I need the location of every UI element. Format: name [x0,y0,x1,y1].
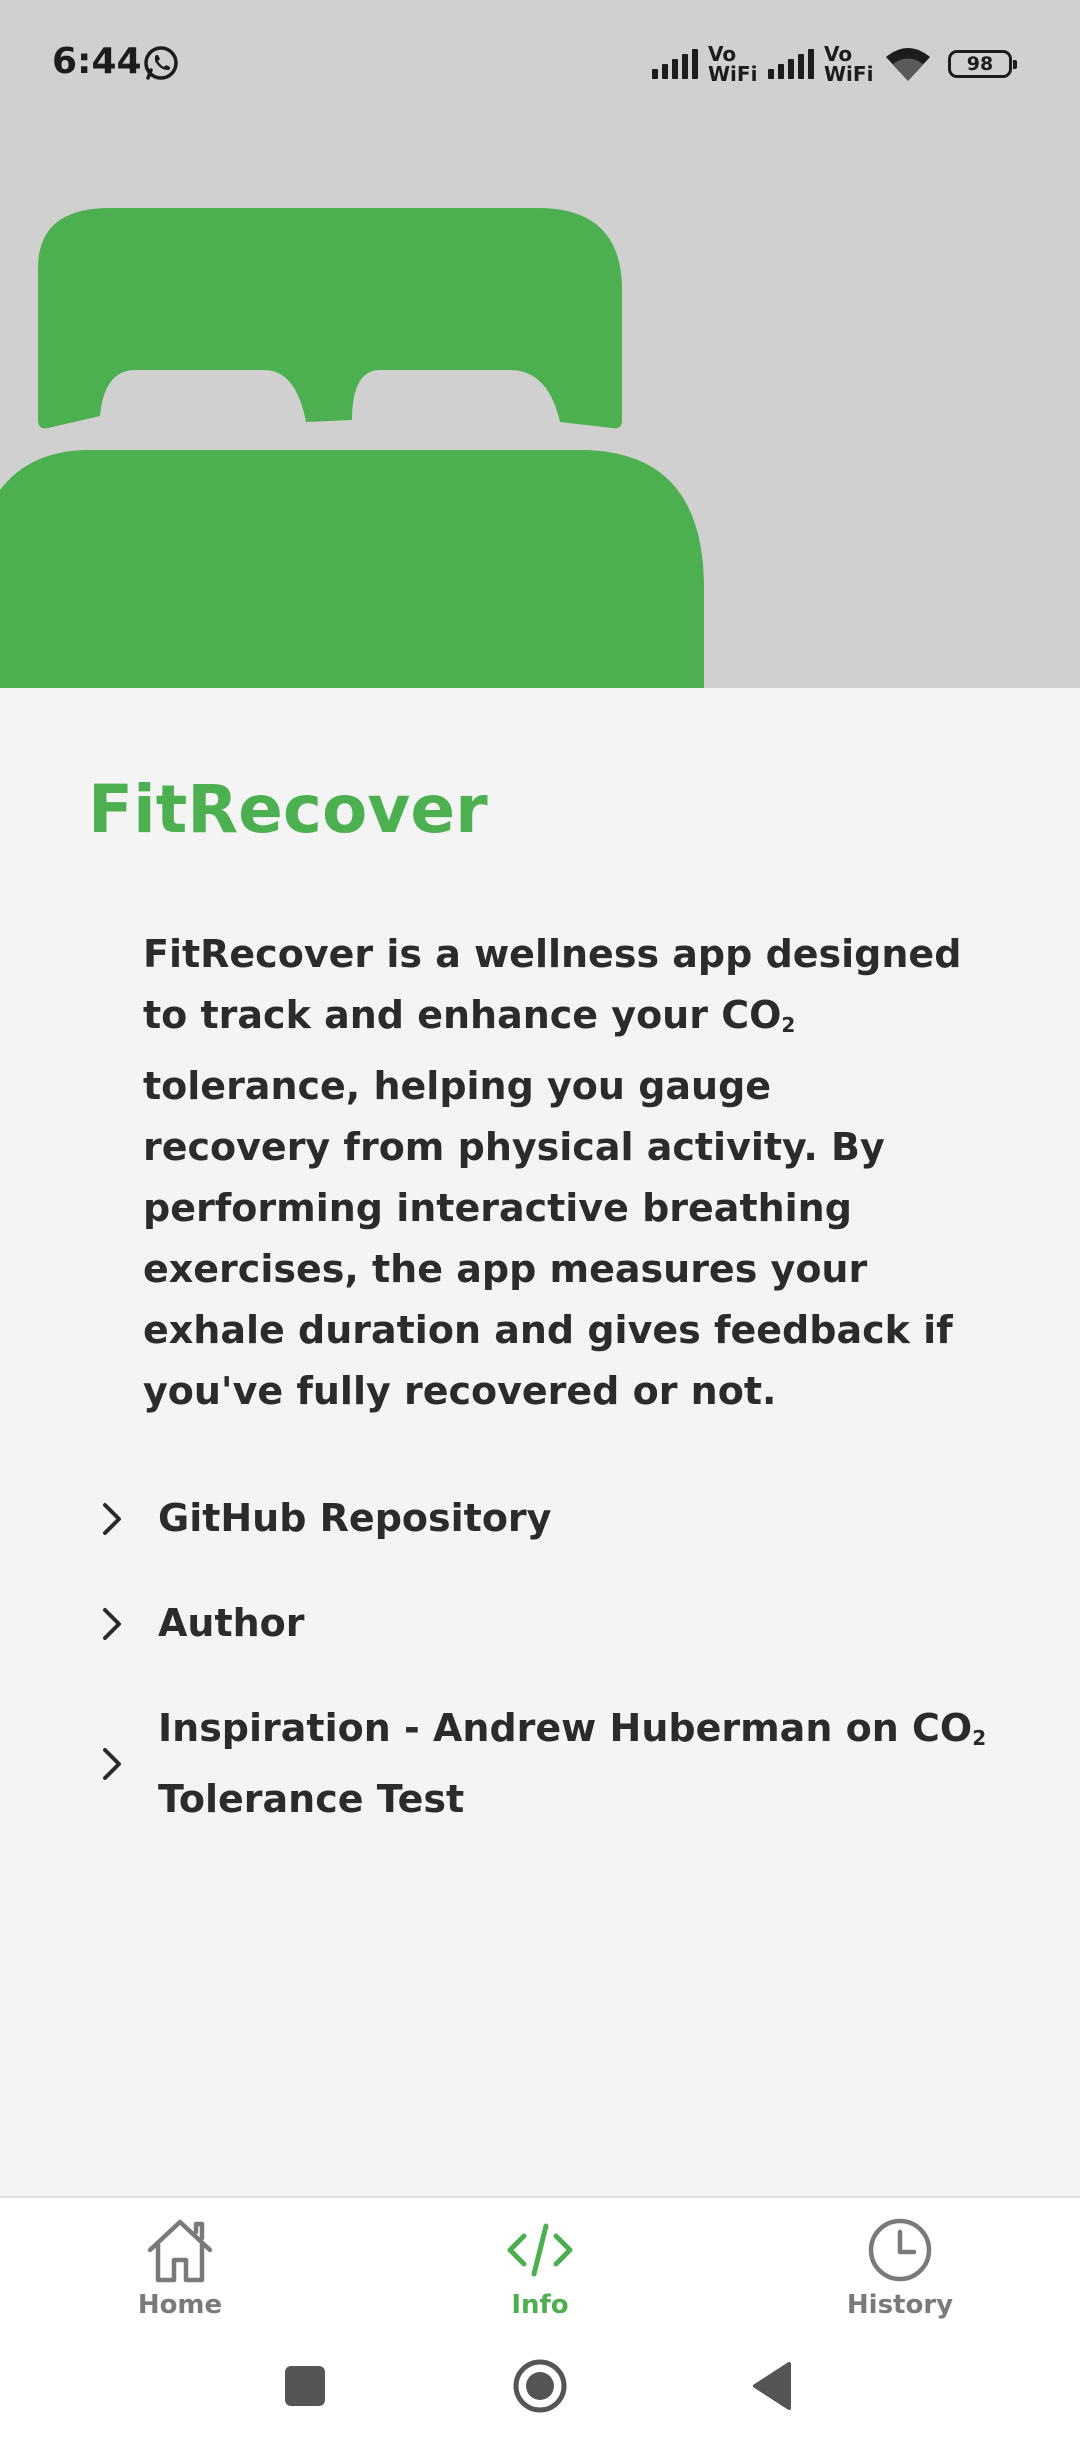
nav-info[interactable]: Info [440,2214,640,2324]
info-content: FitRecover FitRecover is a wellness app … [0,688,1080,2196]
inspiration-text-2: Tolerance Test [158,1777,465,1821]
github-repository-label: GitHub Repository [158,1496,552,1540]
battery-icon: 98 [948,50,1017,78]
header-banner: 6:44 Vo WiFi Vo WiFi 98 [0,0,1080,688]
inspiration-label: Inspiration - Andrew Huberman on CO2 Tol… [158,1698,996,1830]
home-icon [147,2219,213,2283]
description-subscript: 2 [781,1013,796,1037]
author-link[interactable]: Author [96,1593,996,1654]
whatsapp-icon [144,46,178,80]
battery-level: 98 [966,53,994,75]
status-icons: Vo WiFi Vo WiFi 98 [652,40,1017,88]
chevron-right-icon [103,1607,121,1640]
nav-home-label: Home [137,2290,223,2320]
inspiration-link[interactable]: Inspiration - Andrew Huberman on CO2 Tol… [96,1698,996,1830]
back-icon[interactable] [745,2356,805,2416]
app-title: FitRecover [88,771,488,848]
nav-history[interactable]: History [800,2214,1000,2324]
nav-home[interactable]: Home [80,2214,280,2324]
author-label: Author [158,1601,305,1645]
vowifi-label-2: Vo WiFi [824,42,874,86]
inspiration-subscript: 2 [972,1726,987,1750]
home-button-icon[interactable] [510,2356,570,2416]
status-bar: 6:44 Vo WiFi Vo WiFi 98 [0,0,1080,128]
chevron-right-icon [103,1502,121,1535]
nav-history-label: History [846,2290,954,2320]
system-navigation-bar [0,2326,1080,2460]
app-description: FitRecover is a wellness app designed to… [143,924,963,1422]
github-repository-link[interactable]: GitHub Repository [96,1488,996,1549]
wifi-icon [886,48,930,81]
recents-icon[interactable] [275,2356,335,2416]
nav-info-label: Info [511,2290,569,2320]
inspiration-text-1: Inspiration - Andrew Huberman on CO [158,1706,973,1750]
description-text-2: tolerance, helping you gauge recovery fr… [143,1064,953,1413]
clock-icon [868,2218,932,2282]
vowifi-label: Vo WiFi [708,42,758,86]
chevron-right-icon [103,1748,121,1780]
status-time: 6:44 [52,41,142,82]
bottom-navigation: Home Info History [0,2196,1080,2326]
code-icon [507,2223,573,2277]
signal-strength-icon-2 [768,49,814,79]
description-text-1: FitRecover is a wellness app designed to… [143,932,962,1037]
signal-strength-icon [652,49,698,79]
